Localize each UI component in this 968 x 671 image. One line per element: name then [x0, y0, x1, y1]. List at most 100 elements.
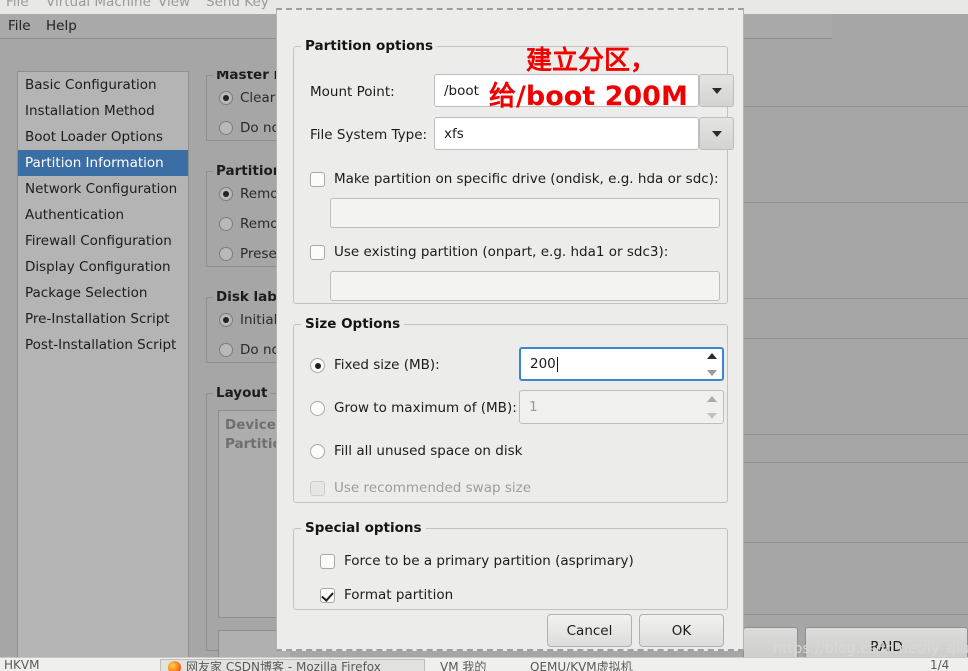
taskbar-second-label: VM 我的: [440, 660, 487, 671]
radio-do-not-initialize-label-icon[interactable]: [219, 343, 233, 357]
grow-to-maximum-increment-button[interactable]: [702, 390, 722, 407]
group-size-options: Size Options Fixed size (MB): 200 Grow t…: [293, 316, 728, 503]
panel-divider-8: [743, 614, 968, 615]
ok-button[interactable]: OK: [639, 614, 724, 647]
onpart-checkbox[interactable]: [310, 245, 325, 260]
sidebar-item-authentication[interactable]: Authentication: [18, 202, 188, 228]
annotation-create-partition: 建立分区，: [526, 46, 657, 76]
sidebar-item-firewall-configuration[interactable]: Firewall Configuration: [18, 228, 188, 254]
group-special-options: Special options Force to be a primary pa…: [293, 520, 728, 610]
radio-do-not-clear-mbr-icon[interactable]: [219, 121, 233, 135]
group-title-layout: Layout: [213, 385, 271, 401]
triangle-down-icon: [707, 412, 717, 419]
sidebar-item-pre-installation-script[interactable]: Pre-Installation Script: [18, 306, 188, 332]
csdn-watermark: https://blog.csdn.net/ly_qiu: [773, 641, 968, 657]
cancel-button[interactable]: Cancel: [547, 614, 632, 647]
host-menu-send-key[interactable]: Send Key: [206, 0, 269, 10]
text-caret: [556, 356, 558, 372]
recommended-swap-size-checkbox: [310, 481, 325, 496]
sidebar-item-post-installation-script[interactable]: Post-Installation Script: [18, 332, 188, 358]
panel-divider-3: [743, 298, 968, 299]
recommended-swap-size-label: Use recommended swap size: [334, 480, 532, 496]
sidebar-item-boot-loader-options[interactable]: Boot Loader Options: [18, 124, 188, 150]
firefox-icon: [168, 661, 181, 671]
fixed-size-label: Fixed size (MB):: [334, 357, 440, 373]
taskbar-firefox-window-label: 网友家 CSDN博客 - Mozilla Firefox: [186, 660, 381, 671]
grow-to-maximum-decrement-button[interactable]: [702, 407, 722, 424]
asprimary-checkbox[interactable]: [320, 554, 335, 569]
grow-to-maximum-spinner[interactable]: 1: [519, 390, 724, 424]
sidebar-item-installation-method[interactable]: Installation Method: [18, 98, 188, 124]
partition-options-dialog: Partition options Mount Point: /boot Fil…: [276, 8, 744, 651]
mount-point-dropdown-button[interactable]: [699, 74, 734, 107]
fill-unused-space-label: Fill all unused space on disk: [334, 443, 523, 459]
mount-point-label: Mount Point:: [310, 84, 395, 100]
host-menu-virtual-machine[interactable]: Virtual Machine: [46, 0, 151, 10]
radio-remove-linux-icon[interactable]: [219, 217, 233, 231]
desktop-taskbar: HKVM 网友家 CSDN博客 - Mozilla Firefox VM 我的 …: [0, 657, 968, 671]
file-system-type-label: File System Type:: [310, 127, 428, 143]
radio-row-clear-mbr[interactable]: Clear: [219, 90, 275, 106]
format-partition-checkbox[interactable]: [320, 588, 335, 603]
sidebar-item-network-configuration[interactable]: Network Configuration: [18, 176, 188, 202]
radio-row-do-not-initialize-disk-label[interactable]: Do no: [219, 342, 280, 358]
taskbar-page-indicator: 1/4: [930, 658, 950, 671]
panel-divider-7: [743, 542, 968, 543]
taskbar-third-label: QEMU/KVM虚拟机: [530, 660, 633, 671]
radio-row-initialize-disk-label[interactable]: Initiali: [219, 312, 281, 328]
format-partition-label: Format partition: [344, 587, 454, 603]
fixed-size-decrement-button[interactable]: [702, 364, 722, 381]
radio-row-do-not-clear-mbr[interactable]: Do no: [219, 120, 280, 136]
radio-row-remove-all-partitions[interactable]: Remo: [219, 186, 279, 202]
fixed-size-radio[interactable]: [310, 358, 325, 373]
ondisk-checkbox[interactable]: [310, 172, 325, 187]
group-title-special-options: Special options: [301, 520, 426, 536]
dialog-content: Partition options Mount Point: /boot Fil…: [277, 16, 743, 647]
ondisk-input[interactable]: [330, 198, 720, 228]
file-system-type-dropdown-button[interactable]: [699, 117, 734, 150]
grow-to-maximum-radio[interactable]: [310, 401, 325, 416]
sidebar-nav-list[interactable]: Basic Configuration Installation Method …: [17, 71, 189, 671]
ondisk-checkbox-label: Make partition on specific drive (ondisk…: [334, 171, 719, 187]
onpart-input[interactable]: [330, 271, 720, 301]
host-menu-file[interactable]: File: [6, 0, 29, 10]
sidebar-item-display-configuration[interactable]: Display Configuration: [18, 254, 188, 280]
fixed-size-spin-buttons[interactable]: [702, 347, 722, 381]
sidebar-item-package-selection[interactable]: Package Selection: [18, 280, 188, 306]
grow-to-maximum-spin-buttons[interactable]: [702, 390, 722, 424]
radio-initialize-label-icon[interactable]: [219, 313, 233, 327]
radio-do-not-clear-mbr-label: Do no: [240, 120, 280, 136]
panel-divider-4: [743, 338, 968, 339]
menu-help[interactable]: Help: [46, 18, 77, 34]
radio-preserve-label: Prese: [240, 246, 277, 262]
screen-root: File Virtual Machine View Send Key File …: [0, 0, 968, 671]
fixed-size-increment-button[interactable]: [702, 347, 722, 364]
onpart-checkbox-label: Use existing partition (onpart, e.g. hda…: [334, 244, 669, 260]
radio-initialize-label-text: Initiali: [240, 312, 282, 328]
triangle-down-icon: [707, 369, 717, 376]
radio-clear-mbr-icon[interactable]: [219, 91, 233, 105]
sidebar-item-basic-configuration[interactable]: Basic Configuration: [18, 72, 188, 98]
panel-divider-2: [743, 202, 968, 203]
fill-unused-space-radio[interactable]: [310, 444, 325, 459]
chevron-down-icon: [711, 130, 722, 137]
radio-clear-mbr-label: Clear: [240, 90, 276, 106]
fixed-size-spinner[interactable]: 200: [519, 347, 724, 381]
radio-row-preserve-partitions[interactable]: Prese: [219, 246, 277, 262]
radio-remove-linux-label: Remo: [240, 216, 279, 232]
grow-to-maximum-input[interactable]: 1: [519, 390, 724, 424]
grow-to-maximum-label: Grow to maximum of (MB):: [334, 400, 517, 416]
taskbar-vm-label: HKVM: [4, 658, 40, 671]
radio-preserve-icon[interactable]: [219, 247, 233, 261]
triangle-up-icon: [707, 395, 717, 402]
radio-row-remove-linux-partitions[interactable]: Remo: [219, 216, 279, 232]
host-menu-view[interactable]: View: [158, 0, 190, 10]
sidebar-item-partition-information[interactable]: Partition Information: [18, 150, 188, 176]
file-system-type-input[interactable]: xfs: [434, 117, 699, 150]
chevron-down-icon: [711, 87, 722, 94]
fixed-size-input[interactable]: 200: [519, 347, 724, 381]
triangle-up-icon: [707, 352, 717, 359]
group-title-partition-options: Partition options: [301, 38, 437, 54]
radio-remove-all-icon[interactable]: [219, 187, 233, 201]
menu-file[interactable]: File: [8, 18, 31, 34]
